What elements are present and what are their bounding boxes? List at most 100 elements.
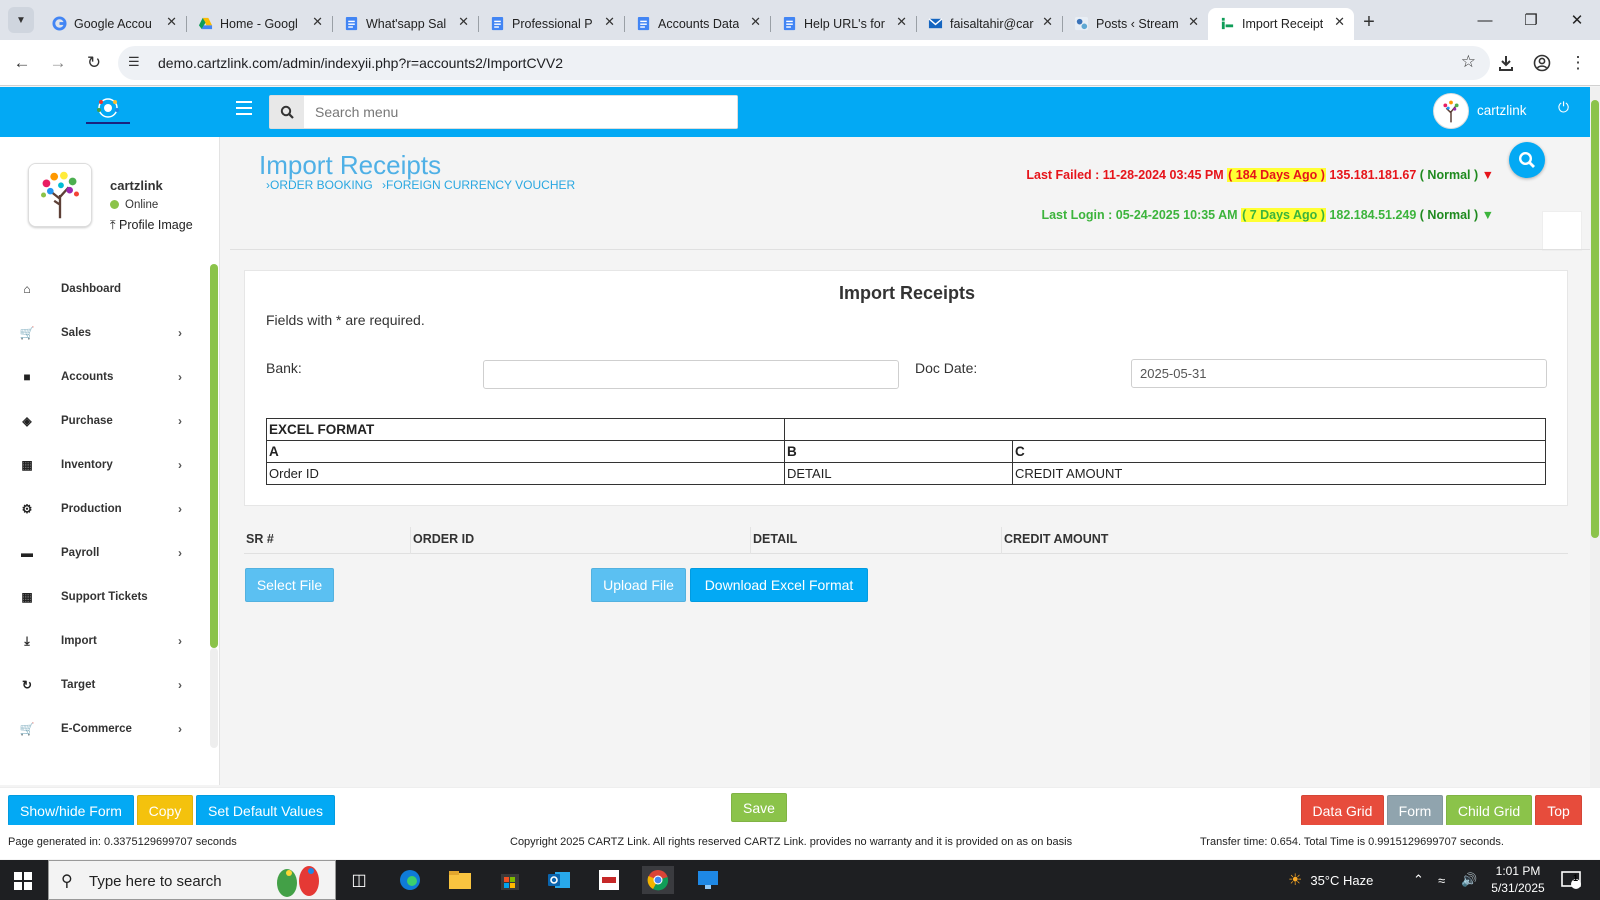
chevron-right-icon: › bbox=[178, 326, 182, 340]
close-tab-icon[interactable]: ✕ bbox=[1334, 14, 1345, 30]
sidebar-item-e-commerce[interactable]: 🛒 E-Commerce › bbox=[0, 707, 205, 751]
side-panel-toggle[interactable] bbox=[1542, 211, 1582, 251]
close-tab-icon[interactable]: ✕ bbox=[750, 14, 761, 30]
profile-image-link[interactable]: ⤒ Profile Image bbox=[110, 218, 193, 233]
save-button[interactable]: Save bbox=[731, 793, 787, 822]
sidebar-scrollbar-thumb[interactable] bbox=[210, 264, 218, 648]
import-form: Import Receipts Fields with * are requir… bbox=[244, 270, 1568, 506]
forward-icon[interactable]: → bbox=[44, 49, 72, 77]
system-clock[interactable]: 1:01 PM 5/31/2025 bbox=[1478, 863, 1558, 897]
address-bar[interactable]: ☰ demo.cartzlink.com/admin/indexyii.php?… bbox=[118, 46, 1490, 80]
minimize-icon[interactable]: — bbox=[1462, 0, 1508, 40]
tab-title: Import Receipt bbox=[1242, 17, 1324, 31]
weather-widget[interactable]: ☀ 35°C Haze bbox=[1288, 860, 1373, 900]
sidebar-item-dashboard[interactable]: ⌂ Dashboard bbox=[0, 267, 205, 311]
data-grid-button[interactable]: Data Grid bbox=[1301, 795, 1384, 826]
close-tab-icon[interactable]: ✕ bbox=[604, 14, 615, 30]
browser-tab[interactable]: What'sapp Sal ✕ bbox=[332, 8, 478, 40]
search-icon[interactable] bbox=[270, 96, 304, 128]
sidebar-item-production[interactable]: ⚙ Production › bbox=[0, 487, 205, 531]
last-failed-text: Last Failed : 11-28-2024 03:45 PM bbox=[1026, 168, 1228, 182]
browser-menu-icon[interactable]: ⋮ bbox=[1564, 49, 1592, 77]
browser-tab[interactable]: Accounts Data ✕ bbox=[624, 8, 770, 40]
header-username[interactable]: cartzlink bbox=[1477, 103, 1527, 118]
microsoft-store-icon[interactable] bbox=[494, 866, 526, 894]
user-avatar[interactable] bbox=[1433, 93, 1469, 129]
new-tab-button[interactable]: + bbox=[1354, 11, 1384, 34]
browser-tab[interactable]: Google Accou ✕ bbox=[40, 8, 186, 40]
doc-date-input[interactable] bbox=[1131, 359, 1547, 388]
browser-tab[interactable]: Posts ‹ Stream ✕ bbox=[1062, 8, 1208, 40]
sidebar-item-label: Sales bbox=[61, 327, 92, 339]
vnc-viewer-icon[interactable] bbox=[593, 866, 625, 894]
close-tab-icon[interactable]: ✕ bbox=[458, 14, 469, 30]
child-grid-button[interactable]: Child Grid bbox=[1446, 795, 1532, 826]
chevron-up-icon[interactable]: ⌃ bbox=[1413, 860, 1424, 900]
copy-button[interactable]: Copy bbox=[137, 795, 193, 826]
top-button[interactable]: Top bbox=[1535, 795, 1582, 826]
tags-icon: ◈ bbox=[22, 414, 32, 428]
sidebar-item-import[interactable]: ⤓ Import › bbox=[0, 619, 205, 663]
sidebar-scrollbar-track[interactable] bbox=[210, 648, 218, 748]
caret-down-icon[interactable]: ▼ bbox=[1478, 168, 1494, 182]
sidebar-item-support-tickets[interactable]: ▦ Support Tickets bbox=[0, 575, 205, 619]
close-tab-icon[interactable]: ✕ bbox=[166, 14, 177, 30]
download-excel-format-button[interactable]: Download Excel Format bbox=[690, 568, 868, 602]
close-tab-icon[interactable]: ✕ bbox=[896, 14, 907, 30]
sidebar-item-inventory[interactable]: ▦ Inventory › bbox=[0, 443, 205, 487]
url-text[interactable]: demo.cartzlink.com/admin/indexyii.php?r=… bbox=[158, 55, 563, 71]
sidebar-item-label: Import bbox=[61, 635, 97, 647]
breadcrumb-foreign-currency-voucher[interactable]: ›FOREIGN CURRENCY VOUCHER bbox=[382, 178, 575, 192]
tab-search-button[interactable]: ▼ bbox=[8, 7, 34, 33]
browser-tab[interactable]: Help URL's for ✕ bbox=[770, 8, 916, 40]
close-tab-icon[interactable]: ✕ bbox=[1042, 14, 1053, 30]
last-login-days-ago: ( 7 Days Ago ) bbox=[1241, 208, 1326, 222]
search-icon[interactable] bbox=[1509, 142, 1545, 178]
sidebar-item-accounts[interactable]: ■ Accounts › bbox=[0, 355, 205, 399]
upload-file-button[interactable]: Upload File bbox=[591, 568, 686, 602]
page-scrollbar-thumb[interactable] bbox=[1591, 100, 1599, 538]
profile-icon[interactable] bbox=[1528, 49, 1556, 77]
taskbar-search[interactable]: ⚲ Type here to search bbox=[48, 860, 336, 900]
receipts-grid-header: SR # ORDER ID DETAIL CREDIT AMOUNT bbox=[244, 527, 1568, 554]
sidebar-item-target[interactable]: ↻ Target › bbox=[0, 663, 205, 707]
restore-icon[interactable]: ❐ bbox=[1508, 0, 1554, 40]
file-explorer-icon[interactable] bbox=[444, 866, 476, 894]
sidebar-item-purchase[interactable]: ◈ Purchase › bbox=[0, 399, 205, 443]
select-file-button[interactable]: Select File bbox=[245, 568, 334, 602]
column-letter: B bbox=[784, 440, 1013, 463]
outlook-icon[interactable] bbox=[543, 866, 575, 894]
bookmark-star-icon[interactable]: ☆ bbox=[1461, 52, 1476, 72]
site-info-icon[interactable]: ☰ bbox=[128, 54, 140, 70]
back-icon[interactable]: ← bbox=[8, 49, 36, 77]
reload-icon[interactable]: ↻ bbox=[80, 49, 108, 77]
show-hide-form-button[interactable]: Show/hide Form bbox=[8, 795, 134, 826]
form-button[interactable]: Form bbox=[1387, 795, 1443, 826]
browser-tab[interactable]: Professional P ✕ bbox=[478, 8, 624, 40]
network-icon[interactable]: ≈ bbox=[1438, 860, 1445, 900]
volume-icon[interactable]: 🔊 bbox=[1461, 860, 1477, 900]
set-default-values-button[interactable]: Set Default Values bbox=[196, 795, 335, 826]
sidebar-item-sales[interactable]: 🛒 Sales › bbox=[0, 311, 205, 355]
windows-start-icon[interactable] bbox=[14, 872, 32, 890]
chrome-icon[interactable] bbox=[642, 866, 674, 894]
power-icon[interactable]: ⏻ bbox=[1558, 99, 1569, 116]
edge-icon[interactable] bbox=[394, 866, 426, 894]
close-tab-icon[interactable]: ✕ bbox=[1188, 14, 1199, 30]
bank-input[interactable] bbox=[483, 360, 899, 389]
browser-tab[interactable]: faisaltahir@car ✕ bbox=[916, 8, 1062, 40]
browser-tab-active[interactable]: Import Receipt ✕ bbox=[1208, 8, 1354, 40]
task-view-icon[interactable]: ◫ bbox=[343, 866, 375, 894]
remote-desktop-icon[interactable] bbox=[692, 866, 724, 894]
close-window-icon[interactable]: ✕ bbox=[1554, 0, 1600, 40]
close-tab-icon[interactable]: ✕ bbox=[312, 14, 323, 30]
breadcrumb-order-booking[interactable]: ›ORDER BOOKING bbox=[266, 178, 373, 192]
sidebar-item-payroll[interactable]: ▬ Payroll › bbox=[0, 531, 205, 575]
notifications-icon[interactable]: 1 bbox=[1560, 860, 1582, 900]
search-menu-input[interactable] bbox=[304, 96, 737, 128]
hamburger-menu-icon[interactable] bbox=[236, 101, 252, 115]
browser-tab[interactable]: Home - Googl ✕ bbox=[186, 8, 332, 40]
caret-down-icon[interactable]: ▼ bbox=[1478, 208, 1494, 222]
chevron-right-icon: › bbox=[178, 414, 182, 428]
download-icon[interactable] bbox=[1492, 49, 1520, 77]
